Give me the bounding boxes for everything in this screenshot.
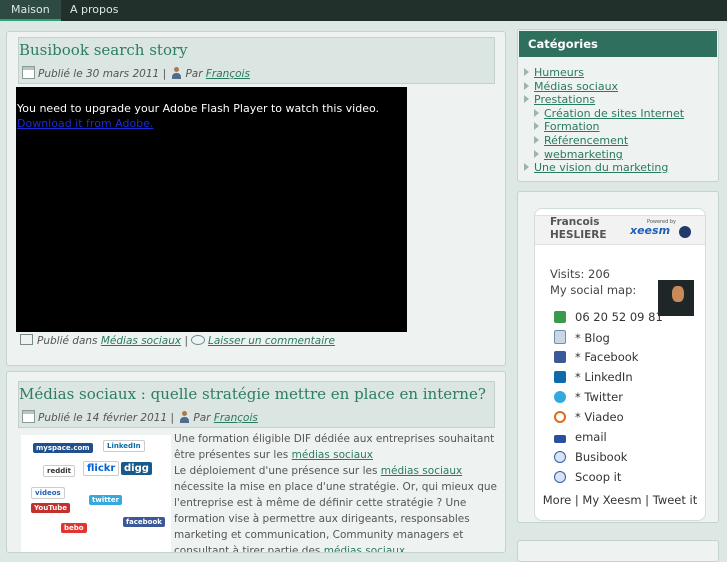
category-link[interactable]: Médias sociaux: [101, 335, 181, 347]
comment-link[interactable]: Laisser un commentaire: [208, 335, 335, 347]
meta-separator: |: [170, 412, 175, 424]
post-busibook: Busibook search story Publié le 30 mars …: [6, 31, 506, 366]
social-row-blog[interactable]: * Blog: [554, 330, 610, 348]
filed-label: Publié dans: [37, 335, 98, 347]
comment-icon: [190, 335, 205, 345]
social-row-scoopit[interactable]: Scoop it: [554, 470, 621, 488]
social-row-email[interactable]: email: [554, 430, 607, 448]
category-humeurs[interactable]: Humeurs: [524, 66, 584, 79]
nav-home[interactable]: Maison: [0, 0, 61, 21]
social-map-label: My social map:: [550, 283, 637, 297]
by-label: Par: [193, 412, 211, 424]
last-name: HESLIERE: [550, 229, 607, 241]
social-row-linkedin[interactable]: * LinkedIn: [554, 370, 633, 388]
social-label: * Blog: [575, 331, 610, 345]
meta-separator: |: [184, 335, 188, 347]
author-link[interactable]: François: [206, 68, 250, 80]
phone-icon: [554, 311, 566, 323]
post-footer: Publié dans Médias sociaux | Laisser un c…: [20, 334, 335, 347]
facebook-icon: [554, 351, 566, 363]
post-meta: Publié le 14 février 2011 | Par François: [22, 410, 258, 424]
category-webmarketing[interactable]: webmarketing: [534, 148, 623, 161]
thumb-logo: bebo: [61, 523, 87, 533]
avatar[interactable]: [658, 280, 694, 316]
xeesm-logo[interactable]: xeesm: [630, 224, 670, 237]
email-icon: [554, 435, 566, 443]
social-label: * LinkedIn: [575, 370, 633, 384]
category-referencement[interactable]: Référencement: [534, 134, 628, 147]
document-icon: [554, 330, 566, 344]
social-row-phone[interactable]: 06 20 52 09 81: [554, 310, 663, 328]
social-label: 06 20 52 09 81: [575, 310, 663, 324]
calendar-icon: [22, 66, 35, 79]
xeesm-card: Francois HESLIERE Powered by xeesm Visit…: [534, 208, 706, 521]
excerpt-link[interactable]: médias sociaux: [292, 449, 373, 461]
categories-title: Catégories: [519, 31, 717, 57]
thumb-logo: reddit: [43, 465, 75, 477]
social-label: * Twitter: [575, 390, 623, 404]
author-icon: [171, 67, 182, 79]
scoop-icon: [554, 471, 566, 483]
thumb-logo: YouTube: [31, 503, 70, 513]
post-medias-sociaux: Médias sociaux : quelle stratégie mettre…: [6, 371, 506, 553]
next-widget: [517, 540, 719, 562]
social-row-busibook[interactable]: Busibook: [554, 450, 627, 468]
excerpt-text: nécessite la mise en place d'une stratég…: [174, 481, 497, 553]
linkedin-icon: [554, 371, 566, 383]
social-label: * Facebook: [575, 350, 639, 364]
post-title[interactable]: Busibook search story: [19, 41, 188, 59]
download-flash-link[interactable]: Download it from Adobe.: [17, 117, 153, 130]
top-navigation: Maison A propos: [0, 0, 727, 21]
categories-widget: Catégories Humeurs Médias sociaux Presta…: [517, 29, 719, 182]
social-row-facebook[interactable]: * Facebook: [554, 350, 638, 368]
post-meta: Publié le 30 mars 2011 | Par François: [22, 66, 250, 80]
author-link[interactable]: François: [214, 412, 258, 424]
by-label: Par: [185, 68, 203, 80]
social-row-twitter[interactable]: * Twitter: [554, 390, 623, 408]
social-row-viadeo[interactable]: * Viadeo: [554, 410, 624, 428]
twitter-icon: [554, 391, 566, 403]
excerpt-text: Le déploiement d'une présence sur les: [174, 465, 378, 477]
excerpt-link[interactable]: médias sociaux: [381, 465, 462, 477]
flash-message: You need to upgrade your Adobe Flash Pla…: [17, 102, 380, 115]
first-name: Francois: [550, 216, 600, 228]
profile-widget: Francois HESLIERE Powered by xeesm Visit…: [517, 191, 719, 523]
post-date: Publié le 14 février 2011: [38, 412, 168, 424]
post-header: Busibook search story Publié le 30 mars …: [18, 37, 495, 84]
viadeo-icon: [554, 411, 566, 423]
thumb-logo: digg: [121, 462, 152, 475]
thumb-logo: videos: [31, 487, 65, 499]
excerpt-link[interactable]: médias sociaux: [324, 545, 405, 552]
social-label: email: [575, 430, 607, 444]
category-prestations[interactable]: Prestations: [524, 93, 595, 106]
thumb-logo: myspace.com: [33, 443, 93, 453]
post-title[interactable]: Médias sociaux : quelle stratégie mettre…: [19, 385, 486, 403]
calendar-icon: [22, 410, 35, 423]
post-excerpt: Une formation éligible DIF dédiée aux en…: [174, 431, 500, 553]
card-more-links[interactable]: More | My Xeesm | Tweet it: [535, 492, 705, 508]
visits-count: Visits: 206: [550, 267, 610, 281]
folder-icon: [20, 334, 33, 345]
card-header: Francois HESLIERE Powered by xeesm: [535, 215, 705, 245]
category-formation[interactable]: Formation: [534, 120, 600, 133]
author-icon: [179, 411, 190, 423]
post-thumbnail[interactable]: myspace.com LinkedIn reddit flickr digg …: [21, 435, 171, 552]
video-player[interactable]: You need to upgrade your Adobe Flash Pla…: [16, 87, 407, 332]
thumb-logo: twitter: [89, 495, 123, 505]
post-date: Publié le 30 mars 2011: [38, 68, 160, 80]
social-label: Scoop it: [575, 470, 622, 484]
category-creation-sites[interactable]: Création de sites Internet: [534, 107, 684, 120]
post-header: Médias sociaux : quelle stratégie mettre…: [18, 381, 495, 428]
thumb-logo: LinkedIn: [103, 440, 145, 452]
social-label: Busibook: [575, 450, 628, 464]
social-label: * Viadeo: [575, 410, 624, 424]
nav-about[interactable]: A propos: [59, 0, 129, 19]
category-medias-sociaux[interactable]: Médias sociaux: [524, 80, 618, 93]
xeesm-icon: [679, 226, 691, 238]
busibook-icon: [554, 451, 566, 463]
thumb-logo: flickr: [83, 461, 120, 476]
category-vision-marketing[interactable]: Une vision du marketing: [524, 161, 668, 174]
meta-separator: |: [162, 68, 167, 80]
thumb-logo: facebook: [123, 517, 165, 527]
